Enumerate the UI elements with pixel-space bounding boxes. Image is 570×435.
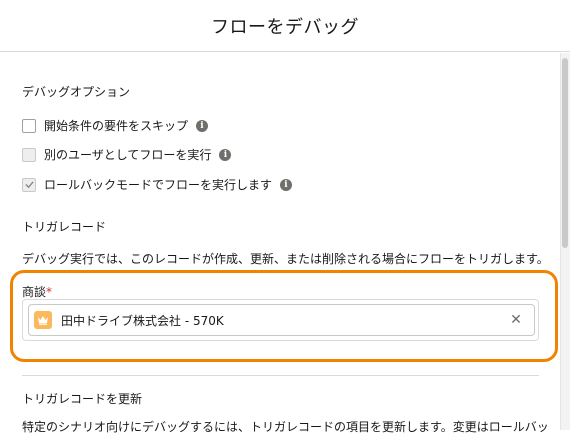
section-divider [22,375,539,376]
skip-start-conditions-label: 開始条件の要件をスキップ [44,119,189,133]
trigger-record-heading: トリガレコード [22,220,107,234]
crown-icon [38,316,48,325]
info-icon[interactable]: i [196,119,209,132]
update-trigger-record-description: 特定のシナリオ向けにデバッグするには、トリガレコードの項目を更新します。変更はロ… [22,420,549,434]
dialog-title: フローをデバッグ [211,16,359,38]
skip-start-conditions-checkbox[interactable] [22,118,36,133]
run-as-other-user-checkbox[interactable] [22,147,36,162]
opportunity-crown-icon [34,311,52,329]
opportunity-lookup-field[interactable]: 田中ドライブ株式会社 - 570K ✕ [22,299,539,341]
checkmark-icon [24,181,34,189]
skip-start-conditions-option[interactable]: 開始条件の要件をスキップ i [22,117,209,134]
info-icon[interactable]: i [280,178,293,191]
run-as-other-user-label: 別のユーザとしてフローを実行 [44,148,212,162]
rollback-mode-label: ロールバックモードでフローを実行します [44,178,273,192]
selected-record-pill[interactable]: 田中ドライブ株式会社 - 570K ✕ [28,304,535,336]
update-trigger-record-heading: トリガレコードを更新 [22,392,143,406]
run-as-other-user-option[interactable]: 別のユーザとしてフローを実行 i [22,146,232,163]
close-icon[interactable]: ✕ [504,308,528,332]
dialog-header: フローをデバッグ [0,0,570,52]
trigger-record-description: デバッグ実行では、このレコードが作成、更新、または削除される場合にフローをトリガ… [22,252,549,266]
required-marker: * [46,285,53,299]
rollback-mode-option[interactable]: ロールバックモードでフローを実行します i [22,176,293,193]
debug-options-heading: デバッグオプション [22,85,131,99]
info-icon[interactable]: i [219,148,232,161]
selected-record-text: 田中ドライブ株式会社 - 570K [61,313,224,328]
opportunity-field-label-text: 商談 [22,285,47,299]
opportunity-field-label: 商談* [22,283,52,300]
rollback-mode-checkbox[interactable] [22,177,36,192]
scrollbar-thumb[interactable] [562,58,568,248]
